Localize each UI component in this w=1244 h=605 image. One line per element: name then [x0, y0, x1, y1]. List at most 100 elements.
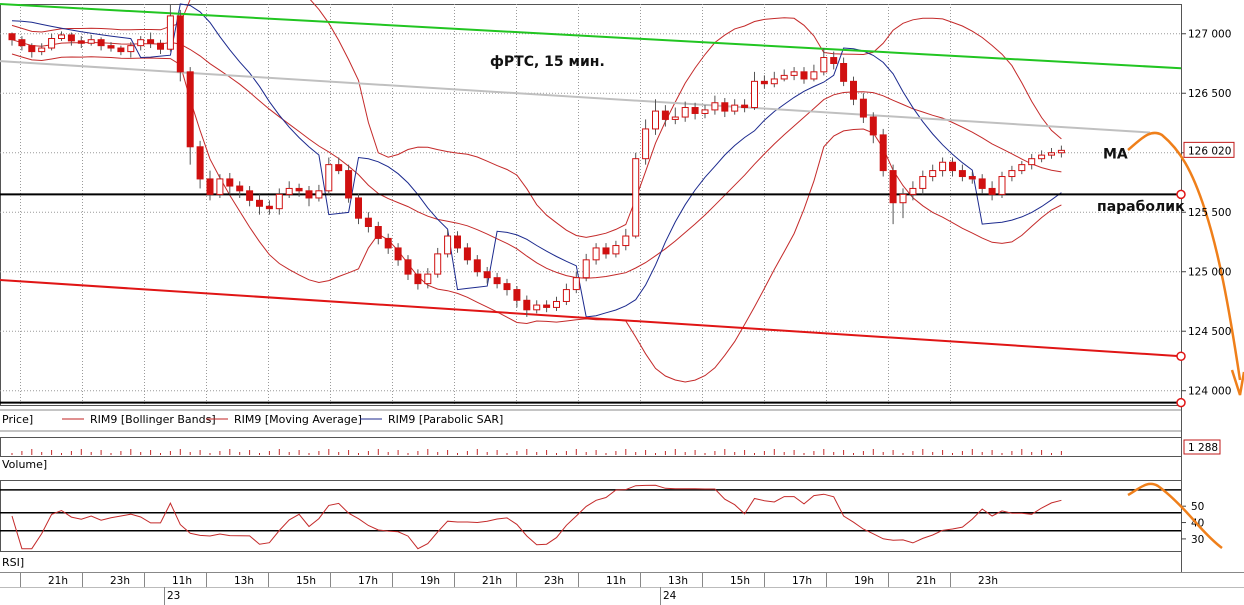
candle-body [909, 187, 917, 195]
price-tick-label: 124 000 [1188, 386, 1231, 398]
last-price-label: 126 020 [1188, 145, 1231, 157]
legend-label: RIM9 [Moving Average] [234, 413, 362, 426]
candle-body [661, 110, 669, 120]
time-tick-label: 17h [358, 575, 378, 587]
candle-body [691, 107, 699, 114]
candle-body [859, 98, 867, 118]
candle-body [919, 176, 927, 189]
candle-body [473, 259, 481, 273]
time-tick-label: 13h [668, 575, 688, 587]
candle-body [770, 78, 778, 85]
candle-body [48, 38, 56, 49]
volume-label: Volume] [2, 458, 47, 471]
candle-body [790, 71, 798, 76]
candle-body [1048, 152, 1055, 156]
candle-body [701, 109, 709, 114]
price-tick-label: 125 500 [1188, 207, 1231, 219]
candle-body [295, 187, 303, 192]
candle-body [325, 164, 333, 192]
candle-body [879, 134, 887, 172]
time-tick-label: 19h [420, 575, 440, 587]
candle-body [463, 247, 471, 261]
candle-body [77, 40, 85, 44]
candle-body [840, 62, 848, 82]
candle-body [157, 42, 164, 50]
time-tick-label: 23h [978, 575, 998, 587]
candle-body [949, 161, 956, 172]
candle-body [236, 185, 244, 192]
candle-body [592, 247, 600, 261]
time-tick-label: 15h [296, 575, 316, 587]
candle-body [206, 178, 214, 195]
time-tick-label: 21h [916, 575, 936, 587]
candle-body [483, 271, 491, 279]
candle-body [820, 57, 828, 73]
time-tick-label: 11h [606, 575, 626, 587]
candle-body [1038, 154, 1046, 160]
candle-body [147, 39, 155, 44]
candle-body [731, 104, 739, 112]
candle-body [582, 259, 590, 279]
candle-body [28, 45, 36, 53]
candle-body [899, 193, 907, 204]
chart: Volume]1 288 504030RSI] 21h 23h 11h 13h 15h 1… [0, 0, 1244, 605]
candle-body [434, 253, 442, 275]
candle-body [315, 190, 323, 199]
time-tick-label: 13h [234, 575, 254, 587]
candle-body [1028, 158, 1036, 166]
candle-body [741, 104, 749, 109]
candle-body [513, 289, 521, 301]
candle-body [186, 71, 194, 148]
candle-body [760, 80, 768, 85]
candle-body [345, 170, 353, 199]
candle-body [503, 283, 511, 291]
candle-body [958, 170, 966, 178]
time-tick-label: 21h [48, 575, 68, 587]
time-tick-label: 19h [854, 575, 874, 587]
time-tick-label: 17h [792, 575, 812, 587]
candle-body [671, 116, 679, 120]
candle-body [612, 245, 620, 255]
candle-body [364, 217, 372, 228]
candle-body [939, 161, 947, 172]
candle-body [929, 170, 937, 178]
candle-body [780, 74, 788, 80]
volume-last-label: 1 288 [1188, 442, 1218, 454]
candle-body [869, 116, 877, 136]
candle-body [87, 39, 95, 44]
candle-body [265, 205, 273, 210]
candle-body [810, 71, 818, 80]
candle-body [523, 299, 531, 311]
candle-body [1008, 170, 1016, 178]
candle-body [642, 128, 650, 160]
candle-body [711, 102, 719, 111]
candle-body [751, 80, 758, 109]
candle-body [988, 187, 996, 195]
time-tick-label: 15h [730, 575, 750, 587]
candle-body [424, 273, 432, 285]
date-label: 23 [167, 590, 180, 602]
candle-body [166, 15, 174, 50]
date-label: 24 [663, 590, 677, 602]
annotation-label: МА [1103, 147, 1128, 163]
candle-body [454, 235, 461, 249]
candle-body [374, 226, 382, 239]
candle-body [246, 190, 254, 201]
candle-body [632, 158, 640, 237]
price-tick-label: 126 500 [1188, 88, 1231, 100]
candle-body [998, 176, 1006, 195]
candle-body [652, 110, 659, 130]
candle-body [830, 57, 838, 64]
candle-body [404, 259, 412, 275]
candle-body [275, 193, 283, 210]
candle-body [493, 277, 501, 285]
candle-body [38, 47, 46, 53]
chart-title: фРТС, 15 мин. [490, 54, 605, 70]
candle-body [67, 34, 75, 42]
candle-body [137, 39, 145, 47]
price-tick-label: 124 500 [1188, 326, 1231, 338]
candle-body [414, 273, 422, 285]
candle-body [850, 80, 857, 100]
candle-body [681, 107, 689, 118]
candle-body [335, 164, 343, 172]
